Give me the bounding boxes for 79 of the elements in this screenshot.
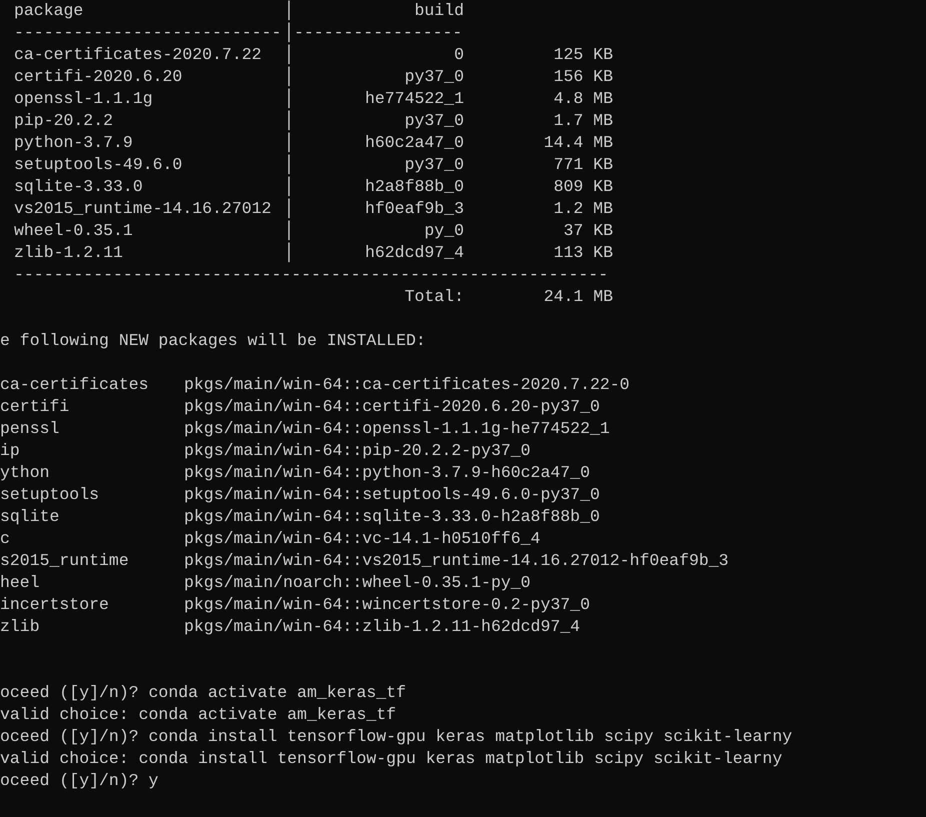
package-name: penssl <box>0 418 60 440</box>
column-separator: │ <box>284 0 294 22</box>
column-header: build <box>413 0 464 22</box>
package-source: pkgs/main/noarch::wheel-0.35.1-py_0 <box>184 572 532 594</box>
column-separator: │ <box>284 132 294 154</box>
package-source: pkgs/main/win-64::zlib-1.2.11-h62dcd97_4 <box>184 616 582 638</box>
package-size: 771 KB <box>552 154 613 176</box>
package-source: pkgs/main/win-64::sqlite-3.33.0-h2a8f88b_0 <box>184 506 601 528</box>
build-string: py37_0 <box>404 66 464 88</box>
install-heading: e following NEW packages will be INSTALLED: <box>0 330 426 352</box>
package-source: pkgs/main/win-64::python-3.7.9-h60c2a47_0 <box>184 462 591 484</box>
build-string: hf0eaf9b_3 <box>364 198 464 220</box>
dashed-rule: ----------------- <box>294 22 464 44</box>
package-name: setuptools <box>0 484 100 506</box>
package-source: pkgs/main/win-64::vc-14.1-h0510ff6_4 <box>184 528 542 550</box>
package-size: 125 KB <box>552 44 613 66</box>
package-name: sqlite-3.33.0 <box>14 176 144 198</box>
build-string: py37_0 <box>404 154 464 176</box>
package-source: pkgs/main/win-64::pip-20.2.2-py37_0 <box>184 440 532 462</box>
column-separator: │ <box>284 154 294 176</box>
terminal-line: oceed ([y]/n)? conda install tensorflow-gpu keras matplotlib scipy scikit-learny <box>0 726 792 748</box>
terminal-line: oceed ([y]/n)? conda activate am_keras_tf <box>0 682 406 704</box>
package-size: 4.8 MB <box>552 88 613 110</box>
package-name: ython <box>0 462 51 484</box>
package-name: ip <box>0 440 21 462</box>
package-source: pkgs/main/win-64::ca-certificates-2020.7.22-0 <box>184 374 631 396</box>
build-string: 0 <box>453 44 464 66</box>
build-string: h2a8f88b_0 <box>364 176 464 198</box>
terminal-line: valid choice: conda install tensorflow-gpu keras matplotlib scipy scikit-learny <box>0 748 782 770</box>
column-separator: │ <box>284 176 294 198</box>
package-name: incertstore <box>0 594 110 616</box>
package-name: sqlite <box>0 506 60 528</box>
dashed-rule: ------------------------------------------------------------ <box>14 264 608 286</box>
column-separator: │ <box>284 198 294 220</box>
package-size: 1.7 MB <box>552 110 613 132</box>
column-separator: │ <box>284 44 294 66</box>
column-separator: │ <box>284 88 294 110</box>
build-string: py_0 <box>423 220 464 242</box>
package-name: zlib <box>0 616 41 638</box>
package-size: 156 KB <box>552 66 613 88</box>
package-size: 113 KB <box>552 242 613 264</box>
terminal-line: oceed ([y]/n)? y <box>0 770 158 792</box>
column-separator: │ <box>284 220 294 242</box>
build-string: he774522_1 <box>364 88 464 110</box>
package-name: vs2015_runtime-14.16.27012 <box>14 198 272 220</box>
package-name: setuptools-49.6.0 <box>14 154 184 176</box>
build-string: h60c2a47_0 <box>364 132 464 154</box>
column-separator: │ <box>284 110 294 132</box>
column-separator: │ <box>284 22 294 44</box>
package-name: c <box>0 528 11 550</box>
total-label: Total: <box>404 286 464 308</box>
package-size: 14.4 MB <box>542 132 613 154</box>
package-name: s2015_runtime <box>0 550 130 572</box>
package-name: ca-certificates-2020.7.22 <box>14 44 263 66</box>
package-source: pkgs/main/win-64::certifi-2020.6.20-py37_0 <box>184 396 601 418</box>
package-name: certifi-2020.6.20 <box>14 66 184 88</box>
column-separator: │ <box>284 242 294 264</box>
package-name: pip-20.2.2 <box>14 110 114 132</box>
column-separator: │ <box>284 66 294 88</box>
package-name: heel <box>0 572 41 594</box>
package-name: certifi <box>0 396 70 418</box>
build-string: py37_0 <box>404 110 464 132</box>
package-size: 37 KB <box>562 220 613 242</box>
package-source: pkgs/main/win-64::vs2015_runtime-14.16.27012-hf0eaf9b_3 <box>184 550 729 572</box>
package-name: zlib-1.2.11 <box>14 242 124 264</box>
terminal-line: valid choice: conda activate am_keras_tf <box>0 704 396 726</box>
package-source: pkgs/main/win-64::setuptools-49.6.0-py37_0 <box>184 484 601 506</box>
package-name: wheel-0.35.1 <box>14 220 134 242</box>
package-size: 1.2 MB <box>552 198 613 220</box>
package-name: python-3.7.9 <box>14 132 134 154</box>
package-source: pkgs/main/win-64::openssl-1.1.1g-he774522_1 <box>184 418 611 440</box>
build-string: h62dcd97_4 <box>364 242 464 264</box>
total-size: 24.1 MB <box>542 286 613 308</box>
package-source: pkgs/main/win-64::wincertstore-0.2-py37_0 <box>184 594 591 616</box>
package-name: openssl-1.1.1g <box>14 88 154 110</box>
dashed-rule: --------------------------- <box>14 22 282 44</box>
package-size: 809 KB <box>552 176 613 198</box>
package-name: ca-certificates <box>0 374 150 396</box>
column-header: package <box>14 0 84 22</box>
